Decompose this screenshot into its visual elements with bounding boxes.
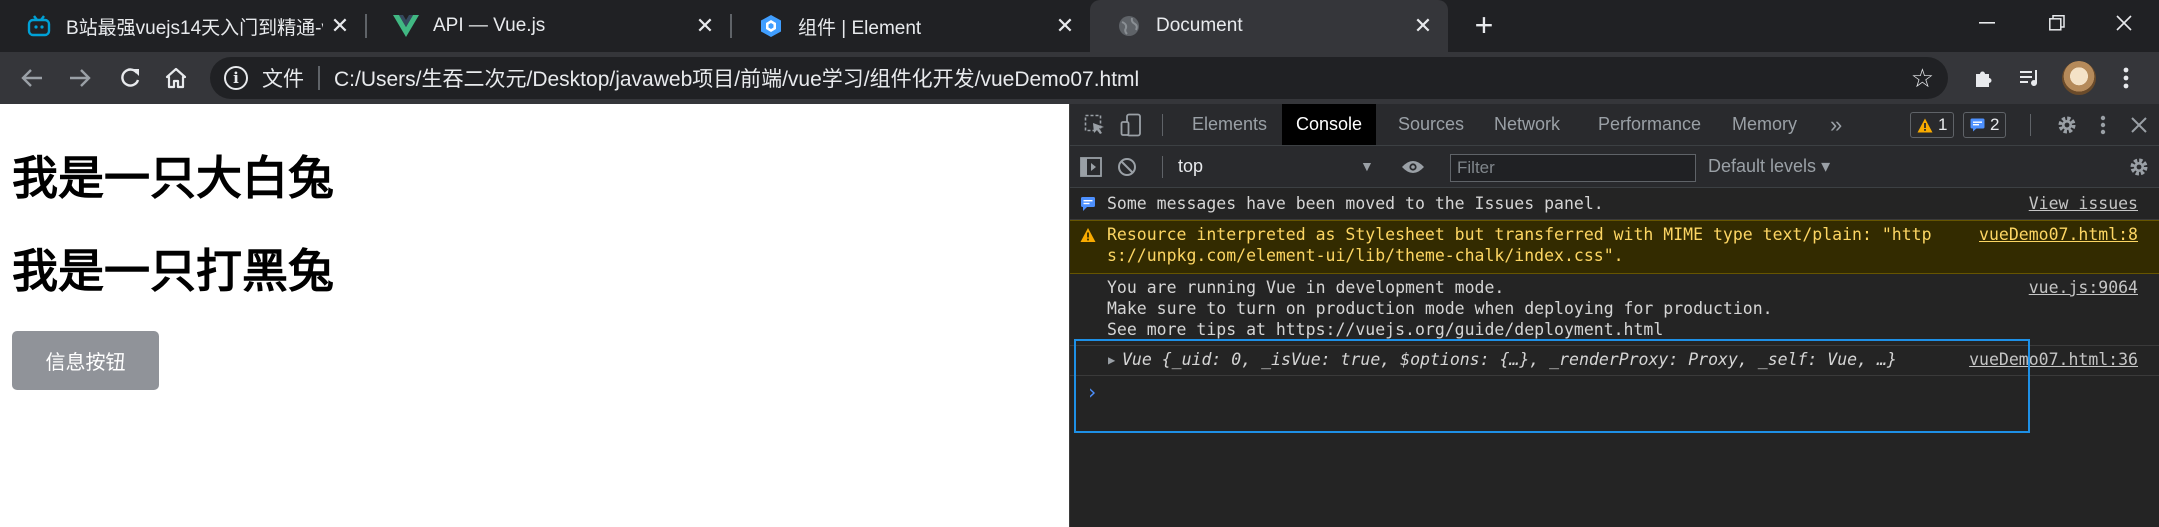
page-viewport: 我是一只大白兔 我是一只打黑兔 信息按钮 xyxy=(0,104,1069,527)
source-link[interactable]: vue.js:9064 xyxy=(2029,277,2138,298)
more-tabs-icon[interactable]: » xyxy=(1830,104,1842,145)
browser-tab[interactable]: 组件 | Element ✕ xyxy=(732,0,1090,52)
minimize-icon[interactable] xyxy=(1952,0,2022,46)
globe-icon xyxy=(1116,13,1142,39)
issue-count: 2 xyxy=(1990,115,2000,134)
tab-title: API — Vue.js xyxy=(433,15,546,36)
menu-kebab-icon[interactable] xyxy=(2108,60,2144,96)
info-message-icon xyxy=(1081,197,1095,211)
tab-console[interactable]: Console xyxy=(1282,104,1377,145)
bilibili-icon xyxy=(26,13,52,39)
console-filter-input[interactable]: Filter xyxy=(1450,154,1696,182)
toolbar-divider xyxy=(1162,114,1163,136)
page-heading-2: 我是一只打黑兔 xyxy=(12,244,334,298)
info-button[interactable]: 信息按钮 xyxy=(12,331,159,390)
toolbar-divider xyxy=(1162,156,1163,178)
issues-badge[interactable]: 2 xyxy=(1963,112,2007,138)
tab-sources[interactable]: Sources xyxy=(1398,104,1464,145)
selection-highlight-box xyxy=(1074,339,2030,433)
tab-performance[interactable]: Performance xyxy=(1598,104,1701,145)
forward-icon[interactable] xyxy=(60,58,100,98)
console-message-warning: Resource interpreted as Stylesheet but t… xyxy=(1070,220,2159,274)
clear-console-icon[interactable] xyxy=(1112,152,1142,182)
tab-title: B站最强vuejs14天入门到精通-vu xyxy=(66,17,323,39)
restore-icon[interactable] xyxy=(2022,0,2092,46)
inspect-element-icon[interactable] xyxy=(1080,110,1110,140)
close-tab-icon[interactable]: ✕ xyxy=(323,13,357,39)
browser-tab-active[interactable]: Document ✕ xyxy=(1090,0,1448,52)
sidebar-toggle-icon[interactable] xyxy=(1076,152,1106,182)
log-levels-dropdown[interactable]: Default levels ▾ xyxy=(1708,146,1830,187)
devtools-tabbar: Elements Console Sources Network Perform… xyxy=(1070,104,2159,146)
warnings-badge[interactable]: 1 xyxy=(1910,112,1955,138)
warning-icon xyxy=(1917,118,1933,132)
bookmark-star-icon[interactable]: ☆ xyxy=(1911,63,1934,94)
address-divider xyxy=(318,66,320,90)
home-icon[interactable] xyxy=(156,58,196,98)
back-icon[interactable] xyxy=(12,58,52,98)
device-toggle-icon[interactable] xyxy=(1116,110,1146,140)
scheme-label: 文件 xyxy=(262,68,304,91)
warning-count: 1 xyxy=(1938,115,1948,134)
context-selector[interactable]: top xyxy=(1178,146,1203,187)
close-devtools-icon[interactable] xyxy=(2124,110,2154,140)
tab-elements[interactable]: Elements xyxy=(1192,104,1267,145)
console-message-info: Some messages have been moved to the Iss… xyxy=(1070,190,2159,220)
tab-memory[interactable]: Memory xyxy=(1732,104,1797,145)
new-tab-button[interactable]: + xyxy=(1466,8,1502,44)
live-expression-eye-icon[interactable] xyxy=(1398,152,1428,182)
levels-label: Default levels xyxy=(1708,156,1817,176)
reload-icon[interactable] xyxy=(110,58,150,98)
tab-title: 组件 | Element xyxy=(798,17,922,39)
close-tab-icon[interactable]: ✕ xyxy=(1048,13,1082,39)
tab-strip: B站最强vuejs14天入门到精通-vu ✕ API — Vue.js ✕ 组件… xyxy=(0,0,2159,52)
message-text: Resource interpreted as Stylesheet but t… xyxy=(1107,225,1932,265)
browser-toolbar: i 文件 C:/Users/生吞二次元/Desktop/javaweb项目/前端… xyxy=(0,52,2159,104)
devtools-menu-icon[interactable] xyxy=(2088,110,2118,140)
close-tab-icon[interactable]: ✕ xyxy=(688,13,722,39)
extensions-icon[interactable] xyxy=(1966,60,2002,96)
page-heading-1: 我是一只大白兔 xyxy=(12,151,334,205)
info-icon[interactable]: i xyxy=(224,66,248,90)
tab-network[interactable]: Network xyxy=(1494,104,1560,145)
close-window-icon[interactable] xyxy=(2089,0,2159,46)
source-link[interactable]: vueDemo07.html:8 xyxy=(1979,224,2138,245)
media-playlist-icon[interactable] xyxy=(2012,60,2048,96)
devtools-panel: Elements Console Sources Network Perform… xyxy=(1069,104,2159,527)
dropdown-arrow-icon[interactable]: ▼ xyxy=(1360,146,1374,187)
console-filter-bar: top ▼ Filter Default levels ▾ xyxy=(1070,146,2159,188)
address-bar[interactable]: i 文件 C:/Users/生吞二次元/Desktop/javaweb项目/前端… xyxy=(210,57,1948,99)
url-text[interactable]: C:/Users/生吞二次元/Desktop/javaweb项目/前端/vue学… xyxy=(334,63,1139,93)
toolbar-divider xyxy=(2030,114,2031,136)
close-tab-icon[interactable]: ✕ xyxy=(1406,13,1440,39)
browser-tab[interactable]: API — Vue.js ✕ xyxy=(367,0,730,52)
console-message-log: You are running Vue in development mode.… xyxy=(1070,274,2159,346)
console-settings-gear-icon[interactable] xyxy=(2124,152,2154,182)
tab-title: Document xyxy=(1156,15,1243,36)
browser-tab[interactable]: B站最强vuejs14天入门到精通-vu ✕ xyxy=(0,0,365,52)
view-issues-link[interactable]: View issues xyxy=(2029,193,2138,214)
issue-message-icon xyxy=(1970,118,1985,132)
message-text: Some messages have been moved to the Iss… xyxy=(1107,194,1604,213)
element-icon xyxy=(758,13,784,39)
message-text: You are running Vue in development mode.… xyxy=(1107,278,1773,339)
profile-avatar[interactable] xyxy=(2062,61,2096,95)
vue-icon xyxy=(393,13,419,39)
settings-gear-icon[interactable] xyxy=(2052,110,2082,140)
warning-icon xyxy=(1080,228,1096,242)
